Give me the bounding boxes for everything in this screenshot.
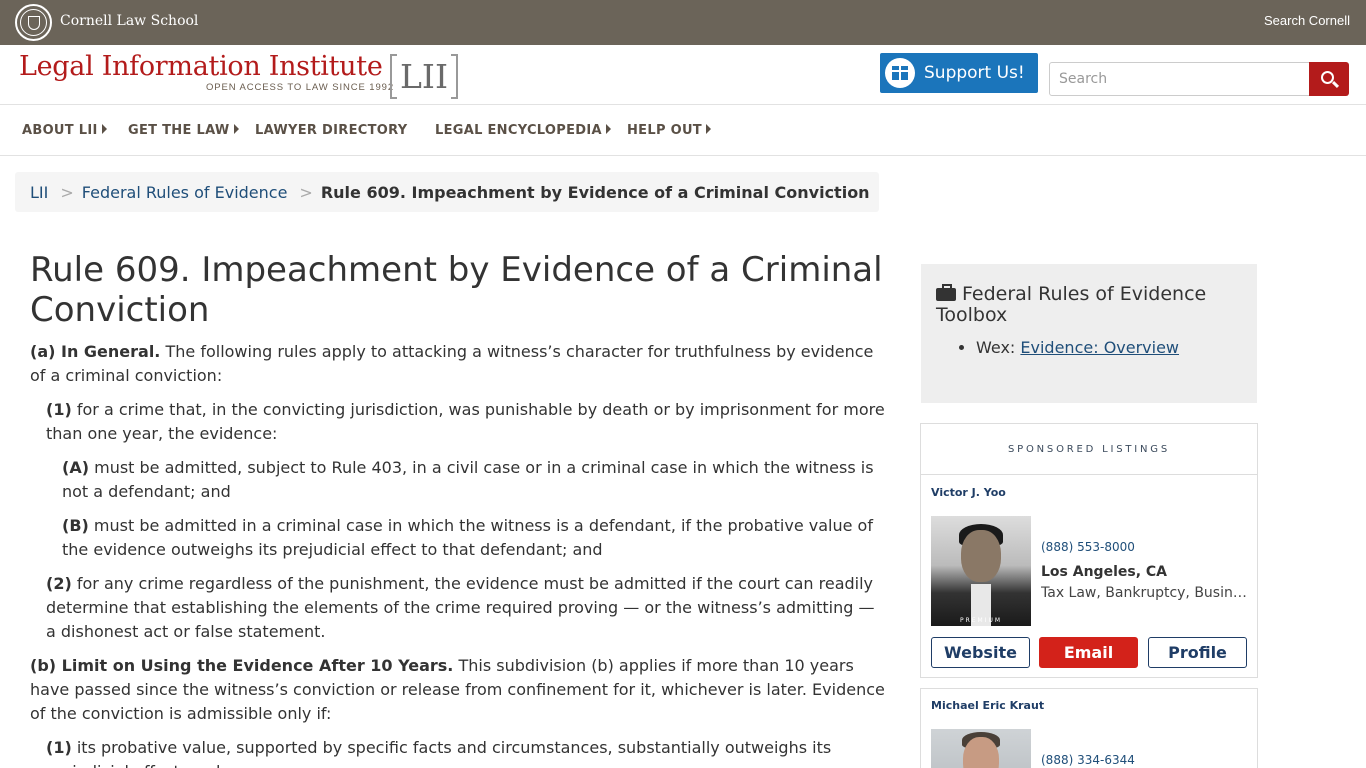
lawyer-photo[interactable]: PREMIUM (931, 516, 1031, 626)
toolbox-panel: Federal Rules of Evidence Toolbox Wex: E… (921, 264, 1257, 403)
toolbox-list: Wex: Evidence: Overview (936, 336, 1242, 360)
lii-logo-mark[interactable]: LII (390, 54, 458, 99)
paragraph-text: must be admitted in a criminal case in w… (62, 516, 873, 559)
rule-paragraph-a1: (1) for a crime that, in the convicting … (30, 398, 888, 446)
search-icon (1321, 71, 1334, 84)
toolbox-item: Wex: Evidence: Overview (976, 336, 1242, 360)
sponsored-listing-2: Michael Eric Kraut (888) 334-6344 (920, 688, 1258, 768)
lawyer-email-button[interactable]: Email (1039, 637, 1138, 668)
breadcrumb-separator: > (60, 182, 74, 202)
support-us-button[interactable]: Support Us! (880, 53, 1038, 93)
nav-about-lii-label: ABOUT LII (22, 123, 98, 138)
caret-right-icon (101, 124, 107, 134)
paragraph-label: (1) (46, 738, 72, 757)
nav-legal-encyclopedia-label: LEGAL ENCYCLOPEDIA (435, 123, 602, 138)
lawyer-location: Los Angeles, CA (1041, 564, 1167, 580)
lawyer-name-link[interactable]: Victor J. Yoo (931, 486, 1006, 499)
lawyer-photo[interactable] (931, 729, 1031, 768)
paragraph-label: (1) (46, 400, 72, 419)
breadcrumb: LII > Federal Rules of Evidence > Rule 6… (15, 172, 879, 212)
lii-logo-text[interactable]: Legal Information Institute (19, 51, 383, 82)
nav-legal-encyclopedia[interactable]: LEGAL ENCYCLOPEDIA (435, 123, 611, 138)
rule-paragraph-a1B: (B) must be admitted in a criminal case … (30, 514, 888, 562)
rule-paragraph-a2: (2) for any crime regardless of the puni… (30, 572, 888, 644)
lawyer-profile-button[interactable]: Profile (1148, 637, 1247, 668)
toolbox-title: Federal Rules of Evidence Toolbox (936, 284, 1242, 326)
nav-get-the-law[interactable]: GET THE LAW (128, 123, 239, 138)
caret-right-icon (233, 124, 239, 134)
cornell-law-school-link[interactable]: Cornell Law School (60, 13, 198, 29)
lawyer-name-link[interactable]: Michael Eric Kraut (931, 699, 1044, 712)
rule-paragraph-a: (a) In General. The following rules appl… (30, 340, 888, 388)
toolbox-title-text: Federal Rules of Evidence Toolbox (936, 283, 1207, 326)
main-nav: ABOUT LII GET THE LAW LAWYER DIRECTORY L… (0, 105, 1366, 156)
support-us-label: Support Us! (924, 63, 1025, 83)
rule-paragraph-b1: (1) its probative value, supported by sp… (30, 736, 888, 768)
cornell-top-bar: Cornell Law School Search Cornell (0, 0, 1366, 45)
nav-lawyer-directory-label: LAWYER DIRECTORY (255, 123, 408, 138)
search-input[interactable] (1049, 62, 1310, 96)
lii-logo-tagline: OPEN ACCESS TO LAW SINCE 1992 (206, 82, 395, 93)
toolbox-link-evidence-overview[interactable]: Evidence: Overview (1020, 338, 1179, 357)
search-cornell-link[interactable]: Search Cornell (1264, 13, 1350, 28)
paragraph-label: (b) Limit on Using the Evidence After 10… (30, 656, 454, 675)
lawyer-practice-areas: Tax Law, Bankruptcy, Business Law (1041, 585, 1247, 601)
paragraph-label: (A) (62, 458, 90, 477)
nav-about-lii[interactable]: ABOUT LII (22, 123, 107, 138)
caret-right-icon (705, 124, 711, 134)
breadcrumb-lii[interactable]: LII (30, 183, 48, 202)
nav-help-out[interactable]: HELP OUT (627, 123, 711, 138)
nav-help-out-label: HELP OUT (627, 123, 702, 138)
paragraph-label: (2) (46, 574, 72, 593)
sponsored-heading: SPONSORED LISTINGS (921, 424, 1257, 475)
sponsored-listings: SPONSORED LISTINGS Victor J. Yoo PREMIUM… (920, 423, 1258, 678)
toolbox-item-prefix: Wex: (976, 338, 1016, 357)
lawyer-phone-link[interactable]: (888) 553-8000 (1041, 540, 1135, 554)
paragraph-text: its probative value, supported by specif… (46, 738, 832, 768)
rule-paragraph-a1A: (A) must be admitted, subject to Rule 40… (30, 456, 888, 504)
search-button[interactable] (1309, 62, 1349, 96)
page-title: Rule 609. Impeachment by Evidence of a C… (30, 250, 883, 330)
paragraph-text: for any crime regardless of the punishme… (46, 574, 875, 641)
main-content: Rule 609. Impeachment by Evidence of a C… (30, 250, 888, 768)
paragraph-label: (a) In General. (30, 342, 161, 361)
nav-lawyer-directory[interactable]: LAWYER DIRECTORY (255, 123, 407, 138)
paragraph-label: (B) (62, 516, 89, 535)
lawyer-website-button[interactable]: Website (931, 637, 1030, 668)
caret-right-icon (605, 124, 611, 134)
breadcrumb-federal-rules-of-evidence[interactable]: Federal Rules of Evidence (82, 183, 288, 202)
nav-get-the-law-label: GET THE LAW (128, 123, 230, 138)
rule-paragraph-b: (b) Limit on Using the Evidence After 10… (30, 654, 888, 726)
paragraph-text: for a crime that, in the convicting juri… (46, 400, 885, 443)
paragraph-text: must be admitted, subject to Rule 403, i… (62, 458, 874, 501)
breadcrumb-separator: > (299, 182, 313, 202)
briefcase-icon (936, 284, 956, 301)
gift-icon (885, 58, 915, 88)
site-header: Legal Information Institute OPEN ACCESS … (0, 45, 1366, 105)
lawyer-phone-link[interactable]: (888) 334-6344 (1041, 753, 1135, 767)
cornell-seal-icon[interactable] (15, 4, 52, 41)
premium-badge: PREMIUM (959, 617, 1003, 624)
breadcrumb-current: Rule 609. Impeachment by Evidence of a C… (320, 182, 870, 202)
